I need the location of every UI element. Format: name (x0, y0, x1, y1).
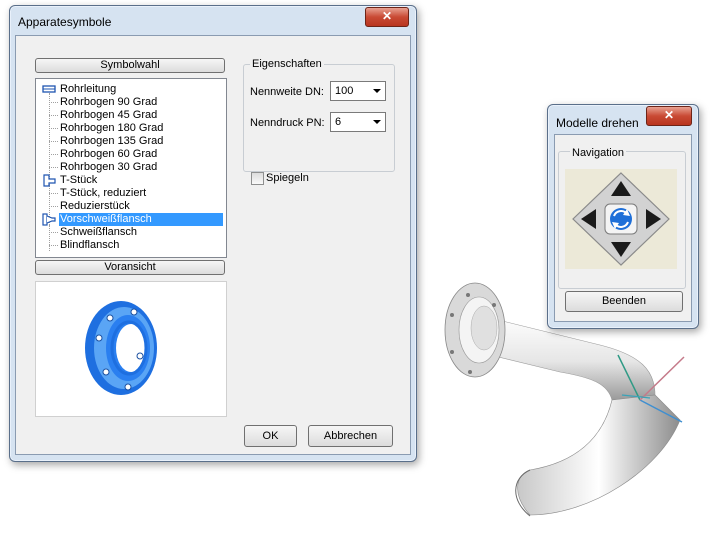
tree-label: Rohrbogen 30 Grad (60, 161, 158, 173)
tree-label: T-Stück (60, 174, 98, 186)
close-button[interactable]: ✕ (646, 106, 692, 126)
dialog-client-area: Symbolwahl Rohrleitung Rohrbogen 90 Grad… (15, 35, 411, 455)
tree-item-reduzierstueck[interactable]: Reduzierstück (36, 200, 226, 213)
tree-label: T-Stück, reduziert (60, 187, 147, 199)
tree-item-rohrbogen-180[interactable]: Rohrbogen 180 Grad (36, 122, 226, 135)
close-button[interactable]: ✕ (365, 7, 409, 27)
tree-item-t-stueck-reduziert[interactable]: T-Stück, reduziert (36, 187, 226, 200)
window-title: Modelle drehen (556, 116, 639, 130)
title-bar: Apparatesymbole ✕ (10, 6, 416, 34)
tree-label: Rohrbogen 45 Grad (60, 109, 158, 121)
t-piece-icon (43, 174, 56, 187)
tree-label: Rohrleitung (60, 83, 117, 95)
tree-item-vorschweissflansch[interactable]: Vorschweißflansch (36, 213, 226, 226)
apparatesymbole-dialog: Apparatesymbole ✕ Symbolwahl Rohrleitung… (9, 5, 417, 462)
tree-item-rohrbogen-90[interactable]: Rohrbogen 90 Grad (36, 96, 226, 109)
ok-label: OK (262, 430, 279, 442)
spiegeln-label: Spiegeln (266, 172, 309, 184)
tree-label: Reduzierstück (60, 200, 130, 212)
window-client-area: Navigation Beenden (554, 134, 692, 322)
nenndruck-select[interactable]: 6 (330, 112, 386, 132)
title-bar: Modelle drehen ✕ (548, 105, 698, 133)
tree-item-rohrbogen-30[interactable]: Rohrbogen 30 Grad (36, 161, 226, 174)
pipe-icon (42, 85, 56, 93)
flange-icon (42, 213, 56, 226)
voransicht-header[interactable]: Voransicht (35, 260, 225, 275)
symbolwahl-header[interactable]: Symbolwahl (35, 58, 225, 73)
nennweite-value: 100 (335, 85, 354, 97)
beenden-button[interactable]: Beenden (565, 291, 683, 312)
tree-label: Rohrbogen 180 Grad (60, 122, 164, 134)
tree-item-schweissflansch[interactable]: Schweißflansch (36, 226, 226, 239)
tree-item-rohrbogen-135[interactable]: Rohrbogen 135 Grad (36, 135, 226, 148)
tree-label: Rohrbogen 135 Grad (60, 135, 164, 147)
tree-label: Rohrbogen 90 Grad (60, 96, 158, 108)
eigenschaften-label: Eigenschaften (250, 58, 324, 70)
symbolwahl-label: Symbolwahl (100, 59, 160, 71)
nenndruck-value: 6 (335, 116, 342, 128)
tree-item-rohrleitung[interactable]: Rohrleitung (36, 83, 226, 96)
symbol-tree[interactable]: Rohrleitung Rohrbogen 90 Grad Rohrbogen … (35, 78, 227, 258)
tree-item-rohrbogen-45[interactable]: Rohrbogen 45 Grad (36, 109, 226, 122)
refresh-icon[interactable] (604, 203, 638, 235)
close-icon: ✕ (381, 9, 393, 23)
tree-item-rohrbogen-60[interactable]: Rohrbogen 60 Grad (36, 148, 226, 161)
tree-label: Rohrbogen 60 Grad (60, 148, 158, 160)
close-icon: ✕ (663, 108, 675, 122)
nennweite-select[interactable]: 100 (330, 81, 386, 101)
tree-label: Schweißflansch (60, 226, 138, 238)
modelle-drehen-window: Modelle drehen ✕ Navigation Beenden (547, 104, 699, 329)
dialog-title: Apparatesymbole (18, 15, 112, 29)
navigation-pad (565, 169, 677, 269)
tree-label: Blindflansch (60, 239, 120, 251)
preview-panel (35, 281, 227, 417)
tree-item-t-stueck[interactable]: T-Stück (36, 174, 226, 187)
nennweite-label: Nennweite DN: (250, 86, 324, 98)
chevron-down-icon (373, 120, 381, 124)
voransicht-label: Voransicht (104, 261, 156, 273)
flange-preview-icon (85, 301, 157, 395)
abbrechen-label: Abbrechen (323, 430, 378, 442)
ok-button[interactable]: OK (244, 425, 297, 447)
abbrechen-button[interactable]: Abbrechen (308, 425, 393, 447)
beenden-label: Beenden (601, 295, 647, 307)
nenndruck-label: Nenndruck PN: (250, 117, 325, 129)
chevron-down-icon (373, 89, 381, 93)
tree-label: Vorschweißflansch (59, 213, 223, 226)
tree-item-blindflansch[interactable]: Blindflansch (36, 239, 226, 252)
navigation-label: Navigation (570, 147, 626, 159)
spiegeln-checkbox[interactable] (251, 172, 264, 185)
